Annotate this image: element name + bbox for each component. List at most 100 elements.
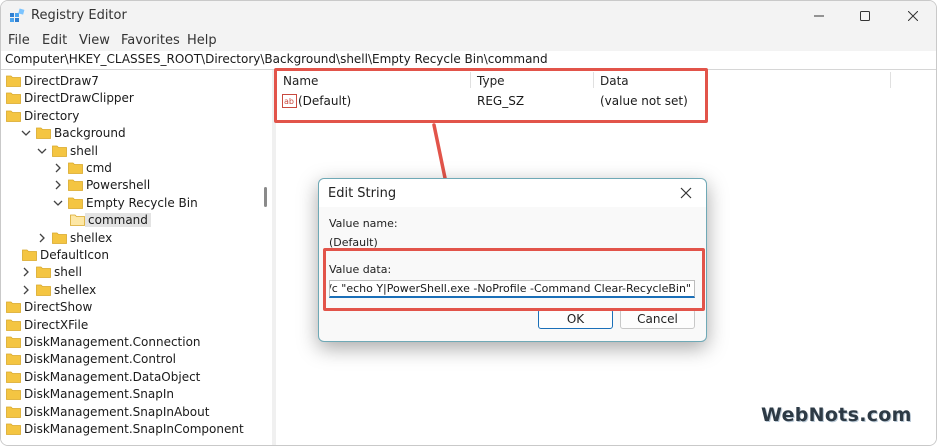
registry-app-icon bbox=[10, 8, 25, 22]
chevron-right-icon[interactable] bbox=[53, 180, 63, 190]
folder-icon bbox=[6, 371, 21, 383]
column-divider[interactable] bbox=[890, 72, 891, 88]
title-bar: Registry Editor bbox=[1, 1, 936, 31]
cancel-button[interactable]: Cancel bbox=[620, 309, 695, 329]
folder-icon bbox=[6, 110, 21, 122]
tree-item-label: shellex bbox=[70, 230, 113, 245]
tree-item-label: DirectShow bbox=[24, 300, 93, 315]
folder-icon bbox=[22, 249, 37, 261]
tree-item[interactable]: shellex bbox=[1, 282, 272, 299]
chevron-down-icon[interactable] bbox=[37, 146, 47, 156]
tree-item[interactable]: DiskManagement.SnapIn bbox=[1, 386, 272, 403]
close-window-button[interactable] bbox=[890, 1, 936, 31]
minimize-icon bbox=[814, 15, 824, 17]
dialog-close-button[interactable] bbox=[672, 181, 700, 205]
dialog-title-bar: Edit String bbox=[319, 179, 706, 207]
folder-icon bbox=[36, 284, 51, 296]
folder-icon bbox=[6, 406, 21, 418]
tree-item-label: DiskManagement.SnapInComponent bbox=[24, 422, 244, 436]
tree-item[interactable]: DirectDraw7 bbox=[1, 73, 272, 90]
tree-item-label: Directory bbox=[24, 108, 80, 123]
folder-icon bbox=[68, 197, 83, 209]
value-name-label: Value name: bbox=[329, 217, 398, 230]
chevron-right-icon[interactable] bbox=[21, 267, 31, 277]
tree-item[interactable]: DiskManagement.Connection bbox=[1, 334, 272, 351]
chevron-right-icon[interactable] bbox=[53, 163, 63, 173]
tree-item[interactable]: Directory bbox=[1, 108, 272, 125]
highlight-box-values bbox=[274, 68, 708, 123]
ok-button[interactable]: OK bbox=[538, 309, 613, 329]
tree-item-label: DirectDraw7 bbox=[24, 74, 99, 88]
watermark-logo: WebNots.com bbox=[761, 404, 912, 426]
folder-icon bbox=[36, 127, 51, 140]
tree-item[interactable]: DirectXFile bbox=[1, 317, 272, 334]
highlight-box-value-data bbox=[323, 248, 705, 311]
menu-favorites[interactable]: Favorites bbox=[121, 33, 180, 48]
close-icon bbox=[680, 187, 692, 199]
tree-item-label: Powershell bbox=[86, 178, 151, 193]
menu-file[interactable]: File bbox=[8, 33, 30, 48]
tree-item-label: shellex bbox=[54, 282, 97, 297]
folder-icon bbox=[6, 336, 21, 348]
maximize-button[interactable] bbox=[842, 1, 888, 31]
tree-item[interactable]: DirectShow bbox=[1, 299, 272, 316]
tree-item[interactable]: DiskManagement.SnapInComponent bbox=[1, 421, 272, 438]
menu-bar: File Edit View Favorites Help bbox=[1, 31, 936, 51]
tree-item[interactable]: Background bbox=[1, 125, 272, 142]
close-icon bbox=[908, 11, 918, 21]
maximize-icon bbox=[860, 11, 870, 21]
chevron-right-icon[interactable] bbox=[21, 285, 31, 295]
tree-item[interactable]: Empty Recycle Bin bbox=[1, 195, 272, 212]
folder-icon bbox=[6, 92, 21, 105]
tree-item[interactable]: shell bbox=[1, 143, 272, 160]
tree-item[interactable]: cmd bbox=[1, 160, 272, 177]
tree-item-label: DiskManagement.Control bbox=[24, 352, 177, 367]
menu-help[interactable]: Help bbox=[187, 33, 217, 48]
tree-item-label: DiskManagement.DataObject bbox=[24, 369, 201, 384]
menu-edit[interactable]: Edit bbox=[42, 33, 67, 48]
folder-icon bbox=[6, 75, 21, 87]
window-title: Registry Editor bbox=[31, 8, 127, 23]
folder-icon bbox=[6, 319, 21, 331]
tree-item-label: shell bbox=[70, 143, 98, 158]
chevron-right-icon[interactable] bbox=[37, 233, 47, 243]
tree-item[interactable]: Powershell bbox=[1, 177, 272, 194]
tree-item-label: DiskManagement.Connection bbox=[24, 335, 201, 349]
tree-item-label: command bbox=[85, 213, 151, 228]
tree-item[interactable]: DiskManagement.DataObject bbox=[1, 369, 272, 386]
tree-item-label: DiskManagement.SnapIn bbox=[24, 387, 174, 402]
menu-view[interactable]: View bbox=[79, 33, 110, 48]
tree-item-label: shell bbox=[54, 265, 82, 280]
folder-icon bbox=[6, 301, 21, 314]
chevron-down-icon[interactable] bbox=[21, 128, 31, 138]
folder-icon bbox=[52, 145, 67, 157]
tree-item-label: DiskManagement.SnapInAbout bbox=[24, 404, 210, 419]
chevron-down-icon[interactable] bbox=[53, 198, 63, 208]
tree-scrollbar-thumb[interactable] bbox=[264, 187, 267, 207]
tree-item-label: DirectDrawClipper bbox=[24, 91, 134, 106]
tree-item-label: Background bbox=[54, 126, 126, 141]
folder-icon bbox=[6, 423, 21, 435]
tree-item-label: DefaultIcon bbox=[40, 248, 109, 262]
tree-item-label: Empty Recycle Bin bbox=[86, 195, 198, 210]
folder-icon bbox=[68, 179, 83, 192]
tree-item-label: cmd bbox=[86, 161, 112, 175]
folder-icon bbox=[68, 162, 83, 174]
tree-item[interactable]: DefaultIcon bbox=[1, 247, 272, 264]
address-path: Computer\HKEY_CLASSES_ROOT\Directory\Bac… bbox=[5, 52, 548, 66]
tree-item[interactable]: shell bbox=[1, 264, 272, 281]
pane-splitter[interactable] bbox=[272, 70, 276, 445]
folder-icon bbox=[70, 214, 85, 227]
tree-item[interactable]: command bbox=[1, 212, 272, 229]
registry-editor-window: Registry Editor File Edit View Favorites… bbox=[0, 0, 937, 446]
tree-item[interactable]: DiskManagement.Control bbox=[1, 351, 272, 368]
folder-icon bbox=[6, 388, 21, 401]
dialog-title: Edit String bbox=[328, 186, 397, 201]
tree-item[interactable]: shellex bbox=[1, 230, 272, 247]
tree-item[interactable]: DiskManagement.SnapInAbout bbox=[1, 404, 272, 421]
tree-item-label: DirectXFile bbox=[24, 317, 89, 332]
folder-icon bbox=[36, 266, 51, 279]
minimize-button[interactable] bbox=[796, 1, 842, 31]
tree-item[interactable]: DirectDrawClipper bbox=[1, 90, 272, 107]
registry-key-tree: DirectDraw7 DirectDrawClipper Directory Bac… bbox=[1, 70, 272, 445]
